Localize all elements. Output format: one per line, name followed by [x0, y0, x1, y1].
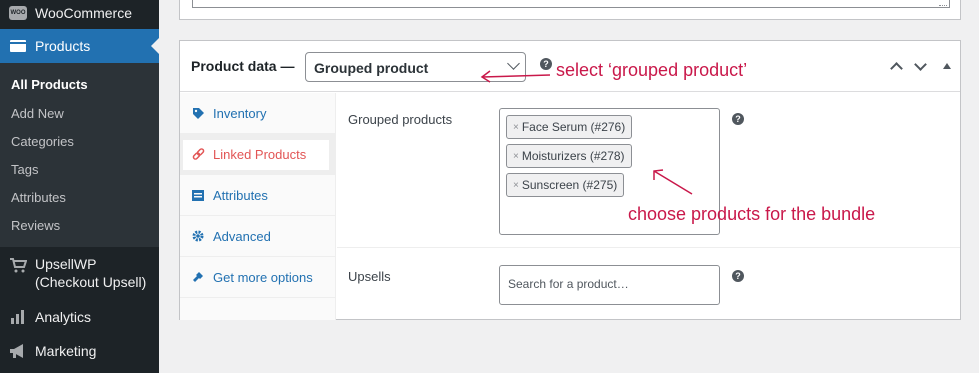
tab-get-more-options-label: Get more options [213, 269, 313, 285]
tag-icon [191, 107, 205, 120]
submenu-all-products[interactable]: All Products [11, 77, 88, 92]
tab-attributes-label: Attributes [213, 187, 268, 203]
description-textarea[interactable] [192, 0, 950, 8]
tab-get-more-options[interactable]: Get more options [180, 257, 335, 298]
remove-token-icon[interactable]: × [513, 180, 519, 191]
grouped-token-label: Face Serum (#276) [521, 120, 626, 134]
product-data-title: Product data — [191, 58, 295, 74]
product-data-panel: Product data — Grouped product ? Invento… [179, 40, 961, 320]
grouped-token-label: Sunscreen (#275) [521, 178, 618, 192]
upsells-search-input[interactable]: Search for a product… [499, 265, 720, 305]
remove-token-icon[interactable]: × [513, 151, 519, 162]
woocommerce-badge: WOO [9, 6, 27, 20]
list-icon [191, 189, 205, 201]
menu-woocommerce-label: WooCommerce [35, 5, 132, 21]
chevron-down-icon [507, 57, 520, 70]
tab-linked-products-label: Linked Products [213, 146, 307, 162]
woocommerce-icon: WOO [8, 3, 28, 23]
link-icon [191, 147, 205, 161]
tab-inventory-label: Inventory [213, 105, 267, 121]
menu-products-label: Products [35, 38, 91, 54]
upsells-help-icon[interactable]: ? [732, 270, 744, 282]
product-data-tabs: Inventory Linked Products Attributes Adv… [180, 93, 336, 320]
annotation-select-grouped: select ‘grouped product’ [556, 60, 748, 80]
products-submenu: All Products Add New Categories Tags Att… [0, 63, 159, 247]
menu-marketing-label: Marketing [35, 343, 97, 359]
collapse-toggle-icon[interactable] [943, 63, 951, 69]
cart-icon [8, 255, 28, 275]
tab-advanced-label: Advanced [213, 228, 271, 244]
menu-upsellwp-label: UpsellWP (Checkout Upsell) [35, 255, 146, 291]
tab-linked-products[interactable]: Linked Products [180, 134, 335, 175]
move-up-icon[interactable] [890, 62, 903, 75]
remove-token-icon[interactable]: × [513, 122, 519, 133]
annotation-choose-products: choose products for the bundle [628, 204, 876, 224]
product-type-select[interactable]: Grouped product [305, 52, 526, 82]
gear-icon [191, 230, 205, 242]
grouped-help-icon[interactable]: ? [732, 113, 744, 125]
grouped-token-label: Moisturizers (#278) [521, 149, 625, 163]
menu-analytics-label: Analytics [35, 309, 92, 325]
grouped-token[interactable]: × Sunscreen (#275) [506, 173, 625, 197]
products-icon [8, 36, 28, 56]
admin-sidebar: WOO WooCommerce Products All Products Ad… [0, 0, 159, 373]
upsells-placeholder: Search for a product… [508, 277, 629, 291]
menu-analytics[interactable]: Analytics [0, 305, 159, 329]
field-divider [337, 247, 960, 248]
description-box-bottom [179, 0, 961, 20]
submenu-attributes[interactable]: Attributes [11, 190, 66, 205]
grouped-products-label: Grouped products [348, 112, 453, 127]
megaphone-icon [8, 341, 28, 361]
tab-advanced[interactable]: Advanced [180, 216, 335, 257]
submenu-categories[interactable]: Categories [11, 134, 74, 149]
product-type-value: Grouped product [314, 60, 429, 76]
help-icon[interactable]: ? [540, 58, 552, 70]
submenu-add-new[interactable]: Add New [11, 106, 64, 121]
bar-chart-icon [8, 307, 28, 327]
menu-upsellwp-line2: (Checkout Upsell) [35, 274, 147, 290]
menu-upsellwp-line1: UpsellWP [35, 256, 97, 272]
menu-upsellwp[interactable]: UpsellWP (Checkout Upsell) [0, 255, 159, 295]
grouped-token[interactable]: × Moisturizers (#278) [506, 144, 632, 168]
move-down-icon[interactable] [914, 58, 927, 71]
upsells-label: Upsells [348, 269, 391, 284]
grouped-token[interactable]: × Face Serum (#276) [506, 115, 633, 139]
menu-marketing[interactable]: Marketing [0, 339, 159, 363]
menu-products[interactable]: Products [0, 29, 159, 63]
tab-inventory[interactable]: Inventory [180, 93, 335, 134]
menu-woocommerce[interactable]: WOO WooCommerce [0, 0, 159, 26]
plugin-icon [191, 271, 205, 283]
submenu-reviews[interactable]: Reviews [11, 218, 60, 233]
resize-grip-icon[interactable] [939, 1, 947, 6]
submenu-tags[interactable]: Tags [11, 162, 38, 177]
tab-attributes[interactable]: Attributes [180, 175, 335, 216]
